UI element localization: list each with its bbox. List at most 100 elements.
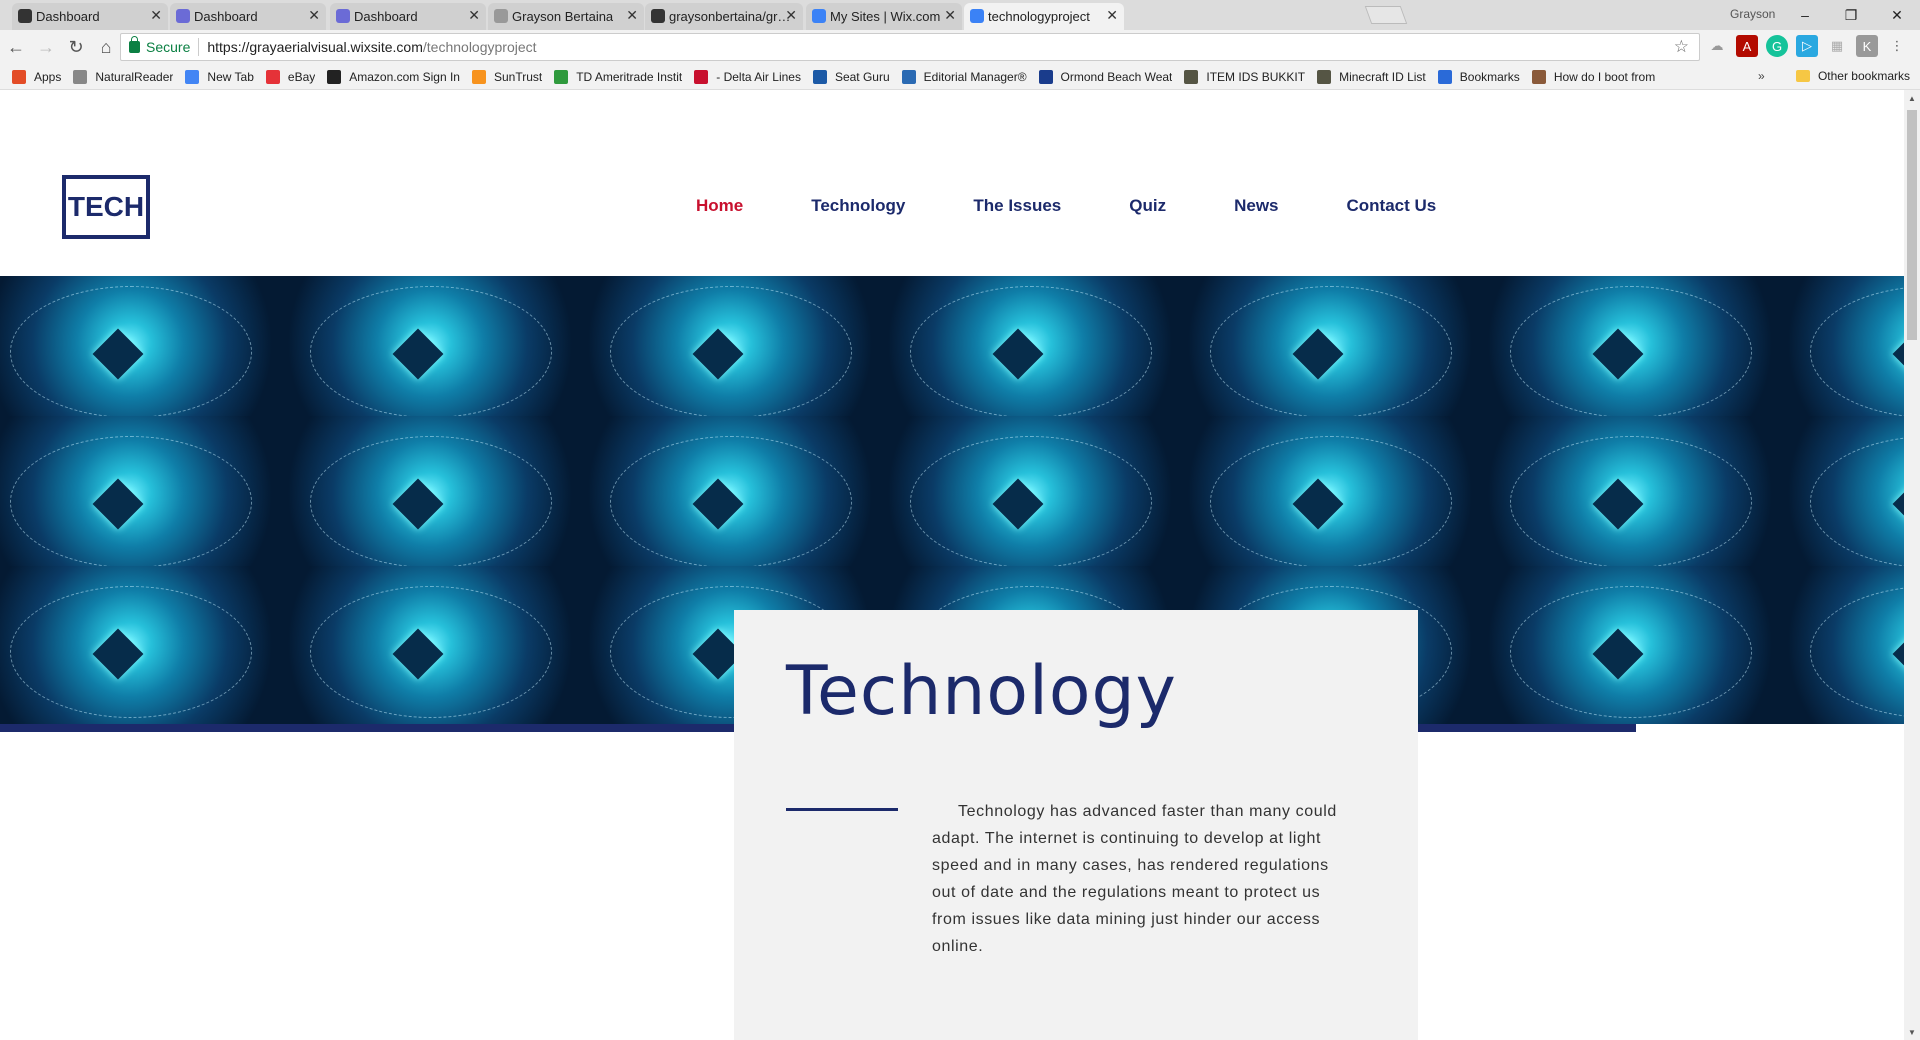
circuit-pattern-tile bbox=[580, 416, 880, 588]
tab-close-icon[interactable]: ✕ bbox=[468, 7, 480, 24]
bookmark-label: TD Ameritrade Instit bbox=[576, 69, 683, 84]
bookmarks-overflow-button[interactable]: » bbox=[1758, 69, 1765, 83]
bookmark-label: Apps bbox=[34, 69, 62, 84]
circuit-pattern-tile bbox=[1180, 416, 1480, 588]
bookmark-item[interactable]: ITEM IDS BUKKIT bbox=[1184, 69, 1305, 84]
bookmark-item[interactable]: Bookmarks bbox=[1437, 69, 1520, 84]
circuit-pattern-tile bbox=[0, 276, 280, 438]
nav-news[interactable]: News bbox=[1234, 196, 1278, 216]
site-nav: Home Technology The Issues Quiz News Contact … bbox=[696, 196, 1504, 216]
bookmark-item[interactable]: Apps bbox=[12, 69, 62, 84]
extension-pdf-icon[interactable]: A bbox=[1736, 35, 1758, 57]
bookmark-item[interactable]: New Tab bbox=[185, 69, 254, 84]
scroll-up-arrow-icon[interactable]: ▲ bbox=[1904, 90, 1920, 106]
intro-card: Technology Technology has advanced faste… bbox=[734, 610, 1418, 1040]
github-icon bbox=[651, 9, 665, 23]
bookmark-item[interactable]: Editorial Manager® bbox=[901, 69, 1027, 84]
tab-close-icon[interactable]: ✕ bbox=[308, 7, 320, 24]
bookmark-label: NaturalReader bbox=[95, 69, 174, 84]
nav-contact-us[interactable]: Contact Us bbox=[1347, 196, 1437, 216]
extension-grammarly-icon[interactable]: G bbox=[1766, 35, 1788, 57]
bookmark-item[interactable]: Amazon.com Sign In bbox=[327, 69, 460, 84]
apps-icon bbox=[12, 69, 26, 84]
nav-quiz[interactable]: Quiz bbox=[1129, 196, 1166, 216]
circuit-pattern-tile bbox=[1780, 566, 1904, 724]
address-bar[interactable]: Secure https://grayaerialvisual.wixsite.… bbox=[120, 33, 1700, 61]
tab-title: Dashboard bbox=[36, 9, 100, 24]
bookmark-label: Amazon.com Sign In bbox=[349, 69, 460, 84]
bookmark-star-icon[interactable]: ☆ bbox=[1674, 37, 1689, 57]
star-icon bbox=[1437, 69, 1452, 84]
browser-toolbar: ← → ↻ ⌂ Secure https://grayaerialvisual.… bbox=[0, 30, 1920, 64]
circuit-pattern-tile bbox=[880, 416, 1180, 588]
bookmark-item[interactable]: NaturalReader bbox=[73, 69, 174, 84]
url-host: https://grayaerialvisual.wixsite.com bbox=[207, 39, 423, 55]
bookmark-item[interactable]: eBay bbox=[265, 69, 316, 84]
bookmark-item[interactable]: Seat Guru bbox=[812, 69, 890, 84]
bookmark-item[interactable]: SunTrust bbox=[471, 69, 542, 84]
bookmark-item[interactable]: How do I boot from bbox=[1531, 69, 1655, 84]
tab-title: graysonbertaina/grayson bbox=[669, 9, 793, 24]
bookmark-item[interactable]: TD Ameritrade Instit bbox=[554, 69, 683, 84]
github-icon bbox=[18, 9, 32, 23]
tab-title: Grayson Bertaina bbox=[512, 9, 614, 24]
circuit-pattern-tile bbox=[0, 416, 280, 588]
extension-icons: ☁ A G ▷ ▦ K ⋮ bbox=[1706, 35, 1908, 57]
forward-button[interactable]: → bbox=[32, 33, 60, 61]
tab-close-icon[interactable]: ✕ bbox=[785, 7, 797, 24]
browser-tab[interactable]: Dashboard ✕ bbox=[330, 3, 486, 30]
browser-tab[interactable]: Grayson Bertaina ✕ bbox=[488, 3, 644, 30]
avatar-icon bbox=[1531, 69, 1546, 84]
back-button[interactable]: ← bbox=[2, 33, 30, 61]
secure-indicator[interactable]: Secure bbox=[129, 36, 190, 55]
tab-title: Dashboard bbox=[194, 9, 258, 24]
circuit-pattern-tile bbox=[1480, 416, 1780, 588]
bookmark-item[interactable]: Ormond Beach Weat bbox=[1038, 69, 1172, 84]
weather-icon bbox=[1038, 69, 1053, 84]
tab-close-icon[interactable]: ✕ bbox=[150, 7, 162, 24]
new-tab-button[interactable] bbox=[1364, 6, 1408, 24]
bookmark-item[interactable]: - Delta Air Lines bbox=[694, 69, 801, 84]
browser-tab[interactable]: Dashboard ✕ bbox=[12, 3, 168, 30]
home-button[interactable]: ⌂ bbox=[92, 33, 120, 61]
tab-title: technologyproject bbox=[988, 9, 1090, 24]
extension-k-icon[interactable]: K bbox=[1856, 35, 1878, 57]
scrollbar-thumb[interactable] bbox=[1907, 110, 1917, 340]
lock-icon bbox=[129, 36, 140, 53]
page-icon bbox=[73, 69, 88, 84]
tab-close-icon[interactable]: ✕ bbox=[1106, 7, 1118, 24]
bookmark-item[interactable]: Minecraft ID List bbox=[1317, 69, 1426, 84]
other-bookmarks[interactable]: Other bookmarks bbox=[1795, 69, 1910, 83]
extension-puzzle-icon[interactable]: ▦ bbox=[1826, 35, 1848, 57]
page-scrollbar[interactable]: ▲ ▼ bbox=[1904, 90, 1920, 1040]
nav-home[interactable]: Home bbox=[696, 196, 743, 216]
tab-close-icon[interactable]: ✕ bbox=[944, 7, 956, 24]
seatguru-icon bbox=[812, 69, 827, 84]
bookmark-label: Editorial Manager® bbox=[923, 69, 1027, 84]
browser-tab[interactable]: graysonbertaina/grayson✕ bbox=[645, 3, 803, 30]
browser-tab[interactable]: My Sites | Wix.com ✕ bbox=[806, 3, 962, 30]
tab-strip: Dashboard ✕ Dashboard ✕ Dashboard ✕ Grayson Be… bbox=[0, 0, 1920, 30]
nav-technology[interactable]: Technology bbox=[811, 196, 905, 216]
browser-tab[interactable]: technologyproject ✕ bbox=[964, 3, 1124, 30]
circuit-pattern-tile bbox=[0, 566, 280, 724]
circuit-pattern-tile bbox=[580, 276, 880, 438]
profile-name[interactable]: Grayson bbox=[1730, 7, 1775, 21]
reload-button[interactable]: ↻ bbox=[62, 33, 90, 61]
close-window-button[interactable]: ✕ bbox=[1874, 2, 1920, 28]
site-logo[interactable]: TECH bbox=[62, 175, 150, 239]
editorial-icon bbox=[901, 69, 916, 84]
bookmarks-bar: Apps NaturalReader New Tab eBay Amazon.com S… bbox=[0, 64, 1920, 90]
minimize-button[interactable]: – bbox=[1782, 2, 1828, 28]
s-icon bbox=[336, 9, 350, 23]
nav-the-issues[interactable]: The Issues bbox=[973, 196, 1061, 216]
extension-screencast-icon[interactable]: ▷ bbox=[1796, 35, 1818, 57]
menu-kebab-icon[interactable]: ⋮ bbox=[1886, 35, 1908, 57]
restore-button[interactable]: ❐ bbox=[1828, 2, 1874, 28]
tab-close-icon[interactable]: ✕ bbox=[626, 7, 638, 24]
extension-cloud-icon[interactable]: ☁ bbox=[1706, 35, 1728, 57]
browser-tab[interactable]: Dashboard ✕ bbox=[170, 3, 326, 30]
tab-title: My Sites | Wix.com bbox=[830, 9, 941, 24]
scroll-down-arrow-icon[interactable]: ▼ bbox=[1904, 1024, 1920, 1040]
bookmark-label: eBay bbox=[287, 69, 316, 84]
